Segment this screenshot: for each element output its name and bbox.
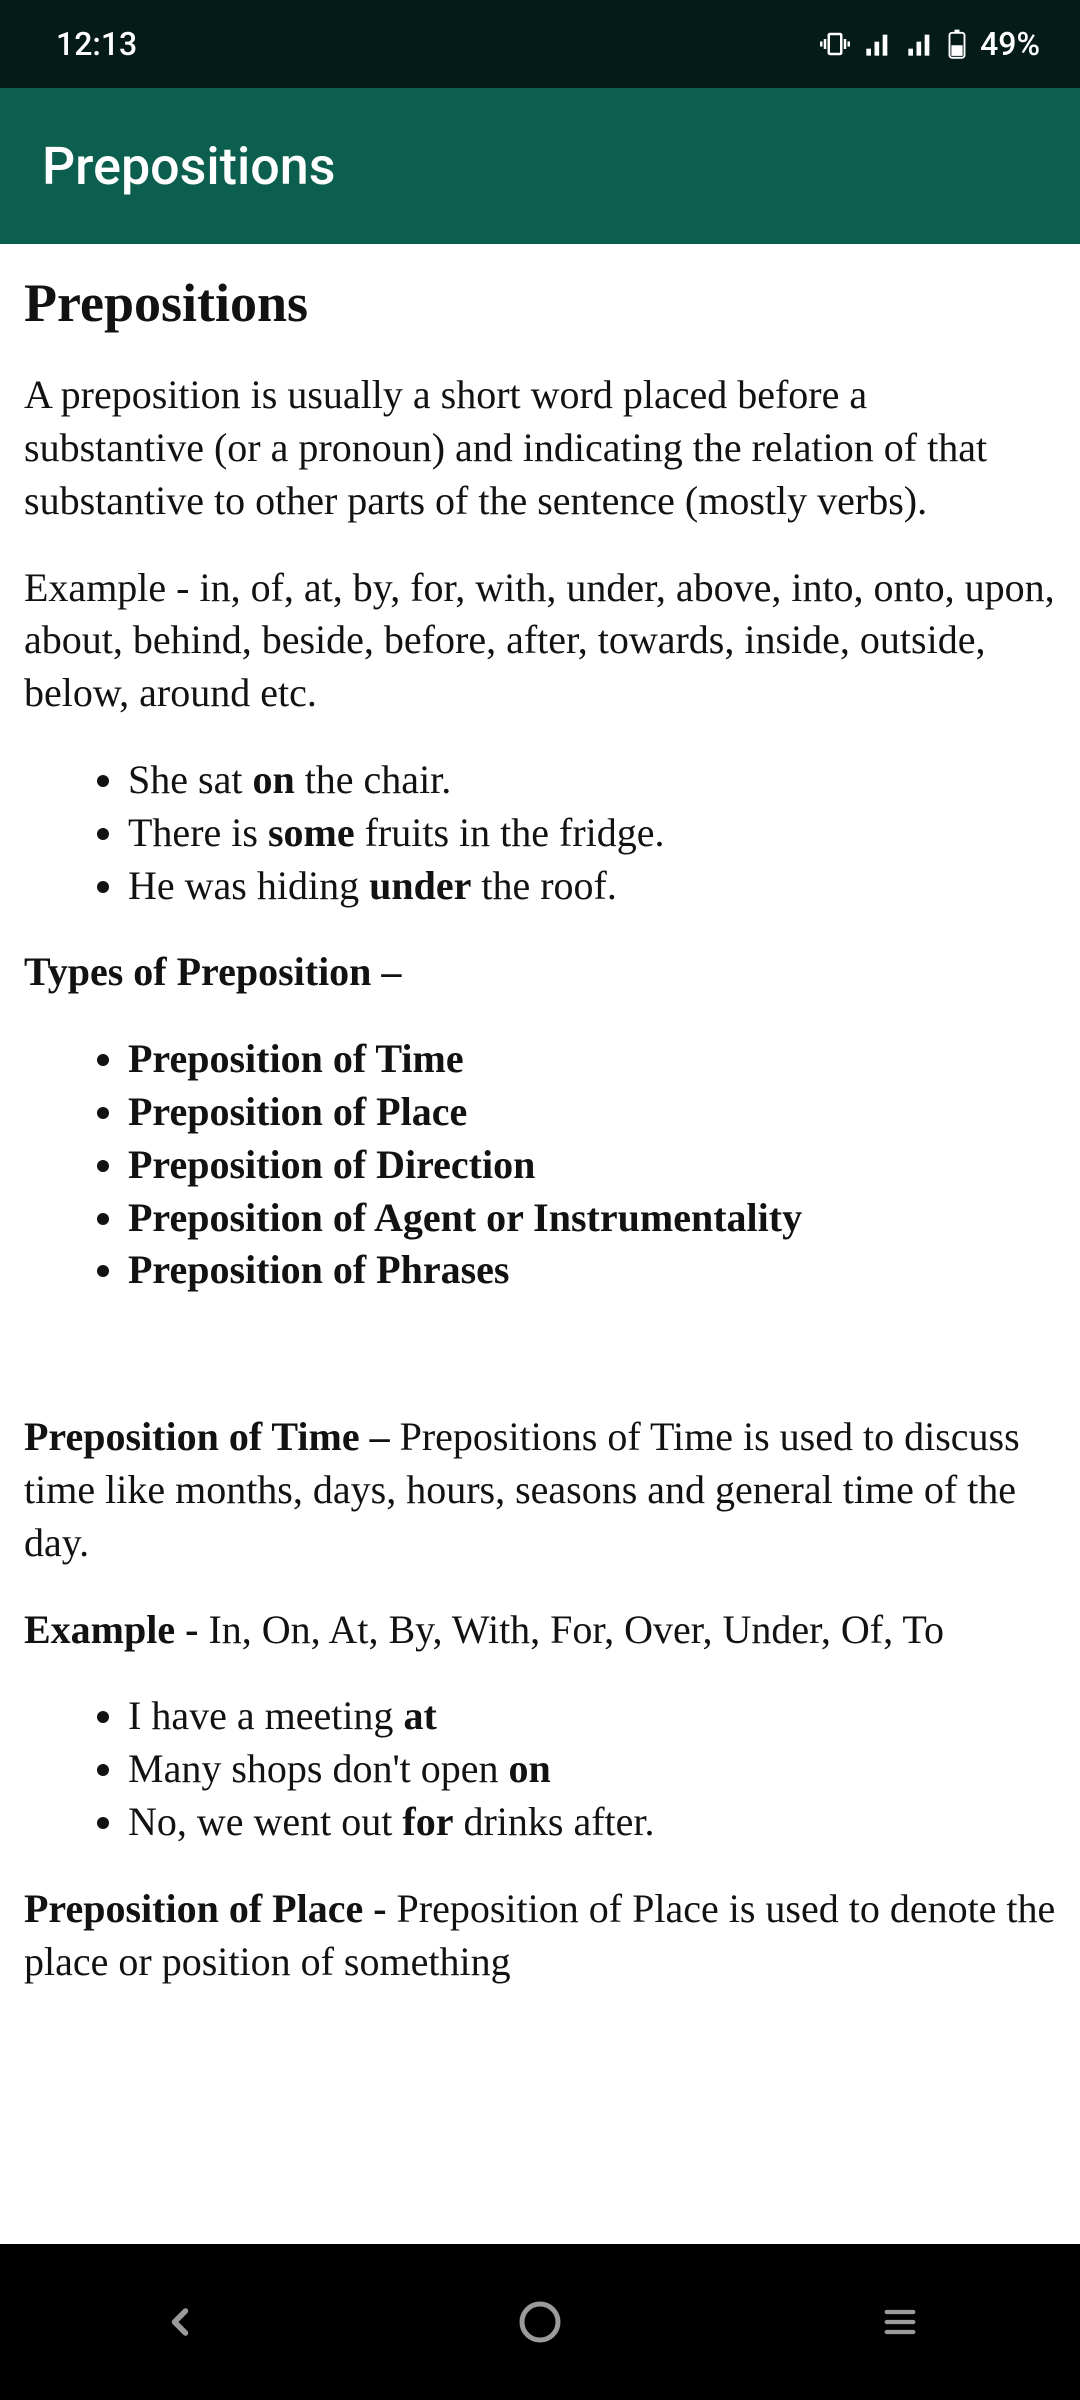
status-time: 12:13 (56, 25, 137, 63)
navigation-bar (0, 2244, 1080, 2400)
signal-icon (864, 30, 892, 58)
vibrate-icon (820, 29, 850, 59)
app-bar-title: Prepositions (42, 136, 335, 197)
list-item: Preposition of Direction (128, 1139, 1056, 1192)
app-bar: Prepositions (0, 88, 1080, 244)
example-sentences-list: She sat on the chair. There is some frui… (24, 754, 1056, 912)
recents-button[interactable] (800, 2282, 1000, 2362)
list-item: There is some fruits in the fridge. (128, 807, 1056, 860)
list-item: I have a meeting at (128, 1690, 1056, 1743)
time-example-paragraph: Example - In, On, At, By, With, For, Ove… (24, 1604, 1056, 1657)
list-item: He was hiding under the roof. (128, 860, 1056, 913)
home-button[interactable] (440, 2282, 640, 2362)
battery-icon (948, 29, 966, 59)
example-list-paragraph: Example - in, of, at, by, for, with, und… (24, 562, 1056, 720)
list-item: Preposition of Phrases (128, 1244, 1056, 1297)
list-item: Preposition of Time (128, 1033, 1056, 1086)
content-area[interactable]: Prepositions A preposition is usually a … (0, 244, 1080, 2244)
list-item: Preposition of Place (128, 1086, 1056, 1139)
time-section-paragraph: Preposition of Time – Prepositions of Ti… (24, 1411, 1056, 1569)
list-item: Many shops don't open on (128, 1743, 1056, 1796)
list-item: No, we went out for drinks after. (128, 1796, 1056, 1849)
definition-paragraph: A preposition is usually a short word pl… (24, 369, 1056, 527)
status-right: 49% (820, 25, 1040, 63)
battery-percentage: 49% (980, 25, 1040, 63)
types-list: Preposition of Time Preposition of Place… (24, 1033, 1056, 1297)
time-sentences-list: I have a meeting at Many shops don't ope… (24, 1690, 1056, 1848)
place-section-paragraph: Preposition of Place - Preposition of Pl… (24, 1883, 1056, 1989)
page-title: Prepositions (24, 268, 1056, 339)
status-bar: 12:13 49% (0, 0, 1080, 88)
list-item: She sat on the chair. (128, 754, 1056, 807)
signal-icon-2 (906, 30, 934, 58)
types-heading: Types of Preposition – (24, 946, 1056, 999)
back-button[interactable] (80, 2282, 280, 2362)
list-item: Preposition of Agent or Instrumentality (128, 1192, 1056, 1245)
